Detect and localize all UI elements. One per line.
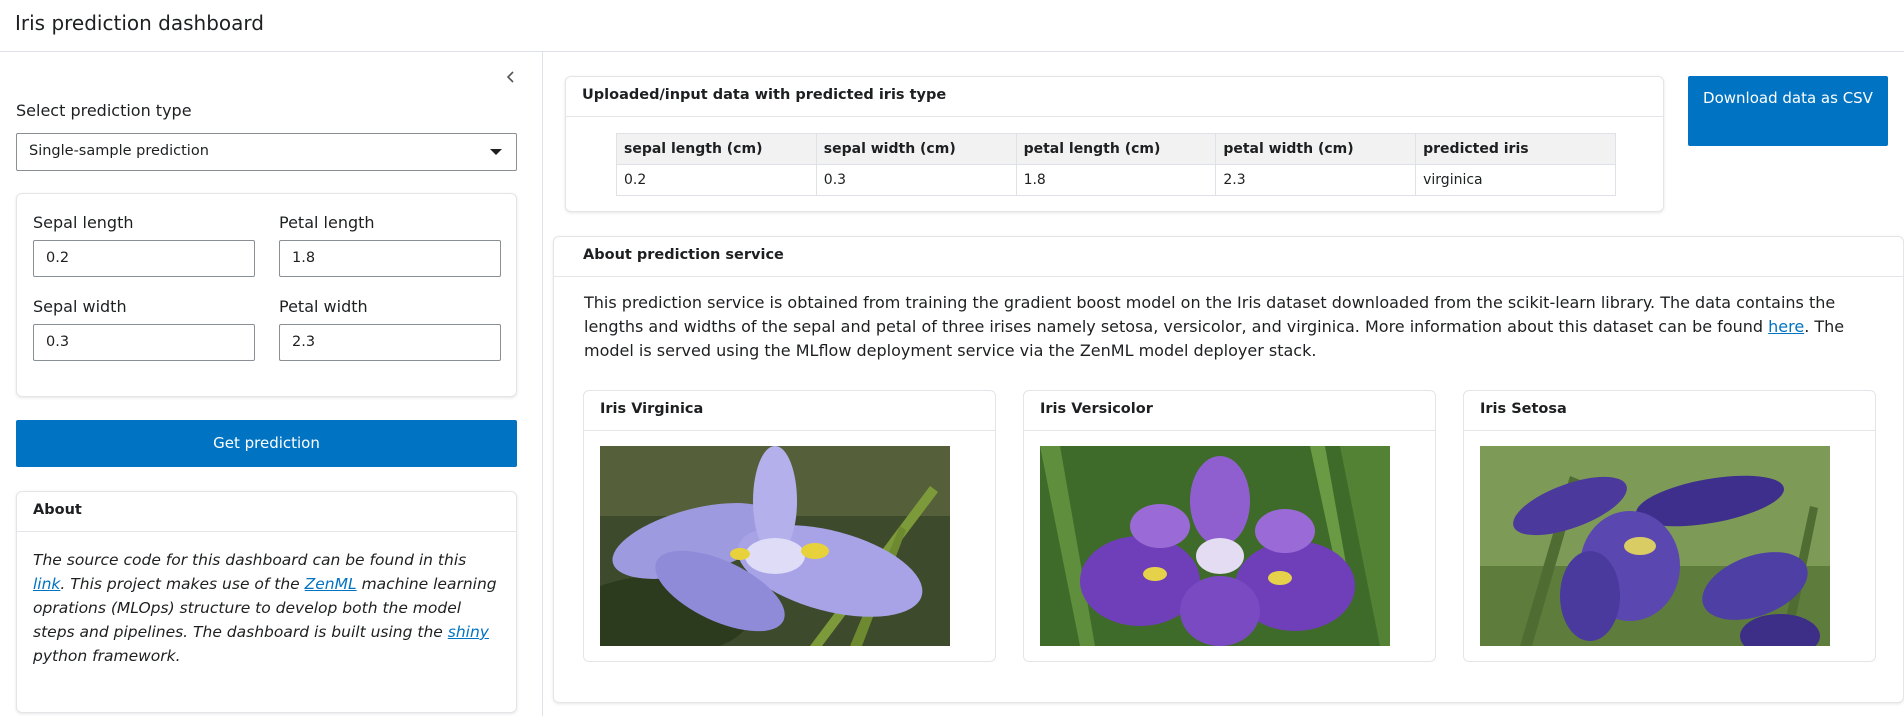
download-csv-button[interactable]: Download data as CSV: [1688, 76, 1888, 146]
flower-card-setosa: Iris Setosa: [1463, 390, 1876, 662]
table-cell: 2.3: [1215, 164, 1417, 196]
app-title: Iris prediction dashboard: [15, 11, 264, 35]
zenml-link[interactable]: ZenML: [305, 575, 357, 593]
iris-setosa-image: [1480, 446, 1830, 646]
sepal-length-label: Sepal length: [33, 213, 134, 232]
shiny-link[interactable]: shiny: [448, 623, 489, 641]
table-cell: virginica: [1415, 164, 1616, 196]
sepal-length-input[interactable]: 0.2: [33, 240, 255, 277]
service-text-part: This prediction service is obtained from…: [584, 293, 1836, 336]
results-table: sepal length (cm) sepal width (cm) petal…: [616, 133, 1616, 196]
about-title: About: [17, 492, 516, 532]
results-title: Uploaded/input data with predicted iris …: [566, 77, 1663, 117]
column-header: sepal length (cm): [616, 133, 817, 165]
service-card: About prediction service This prediction…: [553, 236, 1904, 703]
table-cell: 1.8: [1015, 164, 1217, 196]
sepal-width-input[interactable]: 0.3: [33, 324, 255, 361]
column-header: petal length (cm): [1015, 133, 1217, 165]
service-title: About prediction service: [554, 237, 1903, 277]
flower-title: Iris Setosa: [1464, 391, 1875, 431]
about-text-part: . This project makes use of the: [60, 575, 305, 593]
service-description: This prediction service is obtained from…: [584, 291, 1884, 363]
about-text: The source code for this dashboard can b…: [17, 532, 516, 684]
column-header: sepal width (cm): [815, 133, 1017, 165]
get-prediction-button[interactable]: Get prediction: [16, 420, 517, 467]
column-header: predicted iris: [1415, 133, 1616, 165]
petal-width-label: Petal width: [279, 297, 368, 316]
collapse-sidebar-button[interactable]: [500, 66, 522, 88]
table-cell: 0.3: [815, 164, 1017, 196]
petal-length-input[interactable]: 1.8: [279, 240, 501, 277]
flower-card-virginica: Iris Virginica: [583, 390, 996, 662]
prediction-type-value: Single-sample prediction: [29, 143, 209, 159]
source-code-link[interactable]: link: [33, 575, 60, 593]
column-header: petal width (cm): [1215, 133, 1417, 165]
about-text-part: python framework.: [33, 647, 181, 665]
iris-versicolor-image: [1040, 446, 1390, 646]
sepal-width-label: Sepal width: [33, 297, 127, 316]
dataset-info-link[interactable]: here: [1768, 317, 1804, 336]
results-card: Uploaded/input data with predicted iris …: [565, 76, 1664, 212]
petal-width-input[interactable]: 2.3: [279, 324, 501, 361]
sidebar: Select prediction type Single-sample pre…: [0, 52, 543, 716]
petal-length-label: Petal length: [279, 213, 375, 232]
table-header-row: sepal length (cm) sepal width (cm) petal…: [616, 133, 1616, 165]
prediction-type-select[interactable]: Single-sample prediction: [16, 133, 517, 171]
iris-virginica-image: [600, 446, 950, 646]
caret-down-icon: [490, 149, 502, 155]
table-cell: 0.2: [616, 164, 817, 196]
top-bar: Iris prediction dashboard: [0, 0, 1904, 52]
flower-title: Iris Versicolor: [1024, 391, 1435, 431]
chevron-left-icon: [506, 71, 514, 83]
flower-title: Iris Virginica: [584, 391, 995, 431]
input-card: Sepal length 0.2 Petal length 1.8 Sepal …: [16, 193, 517, 397]
about-card: About The source code for this dashboard…: [16, 491, 517, 713]
prediction-type-label: Select prediction type: [16, 101, 192, 120]
table-row: 0.2 0.3 1.8 2.3 virginica: [616, 164, 1616, 196]
about-text-part: The source code for this dashboard can b…: [33, 551, 467, 569]
flower-card-versicolor: Iris Versicolor: [1023, 390, 1436, 662]
